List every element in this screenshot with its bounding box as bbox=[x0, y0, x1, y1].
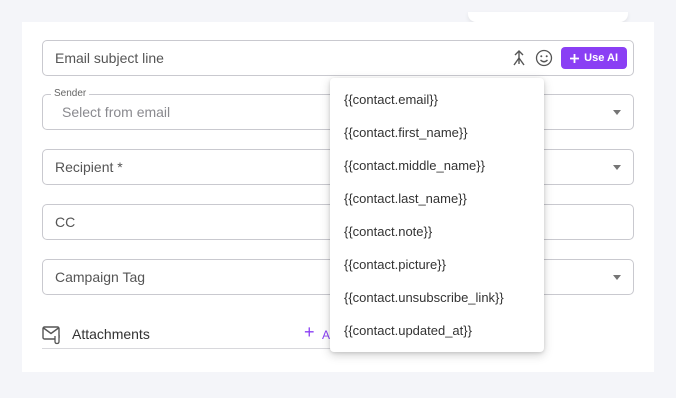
chevron-down-icon bbox=[613, 165, 621, 170]
personalize-icon[interactable] bbox=[511, 49, 527, 67]
sender-placeholder: Select from email bbox=[62, 104, 171, 120]
use-ai-button[interactable]: Use AI bbox=[561, 47, 627, 69]
subject-field[interactable]: Email subject line Use AI bbox=[42, 40, 634, 76]
chevron-down-icon bbox=[613, 110, 621, 115]
recipient-placeholder: Recipient * bbox=[55, 159, 123, 175]
dropdown-item[interactable]: {{contact.updated_at}} bbox=[344, 323, 472, 338]
sender-label: Sender bbox=[51, 88, 90, 99]
use-ai-label: Use AI bbox=[584, 52, 618, 64]
dropdown-item[interactable]: {{contact.first_name}} bbox=[344, 125, 468, 140]
add-attachment-button[interactable]: A bbox=[322, 328, 330, 342]
subject-placeholder: Email subject line bbox=[55, 50, 164, 66]
dropdown-item[interactable]: {{contact.last_name}} bbox=[344, 191, 467, 206]
campaign-tag-placeholder: Campaign Tag bbox=[55, 269, 146, 285]
variable-dropdown: {{contact.email}} {{contact.first_name}}… bbox=[330, 78, 544, 352]
emoji-icon[interactable] bbox=[535, 49, 553, 67]
top-tab bbox=[468, 12, 628, 22]
subject-tools: Use AI bbox=[511, 47, 627, 69]
dropdown-item[interactable]: {{contact.note}} bbox=[344, 224, 432, 239]
dropdown-item[interactable]: {{contact.picture}} bbox=[344, 257, 446, 272]
sparkle-icon bbox=[570, 53, 580, 63]
plus-icon[interactable]: + bbox=[304, 322, 315, 343]
cc-placeholder: CC bbox=[55, 214, 76, 230]
chevron-down-icon bbox=[613, 275, 621, 280]
dropdown-item[interactable]: {{contact.unsubscribe_link}} bbox=[344, 290, 504, 305]
dropdown-item[interactable]: {{contact.email}} bbox=[344, 92, 438, 107]
attachments-row: Attachments + A bbox=[42, 322, 352, 349]
attachment-icon bbox=[42, 326, 60, 345]
dropdown-item[interactable]: {{contact.middle_name}} bbox=[344, 158, 485, 173]
attachments-label: Attachments bbox=[72, 326, 150, 342]
